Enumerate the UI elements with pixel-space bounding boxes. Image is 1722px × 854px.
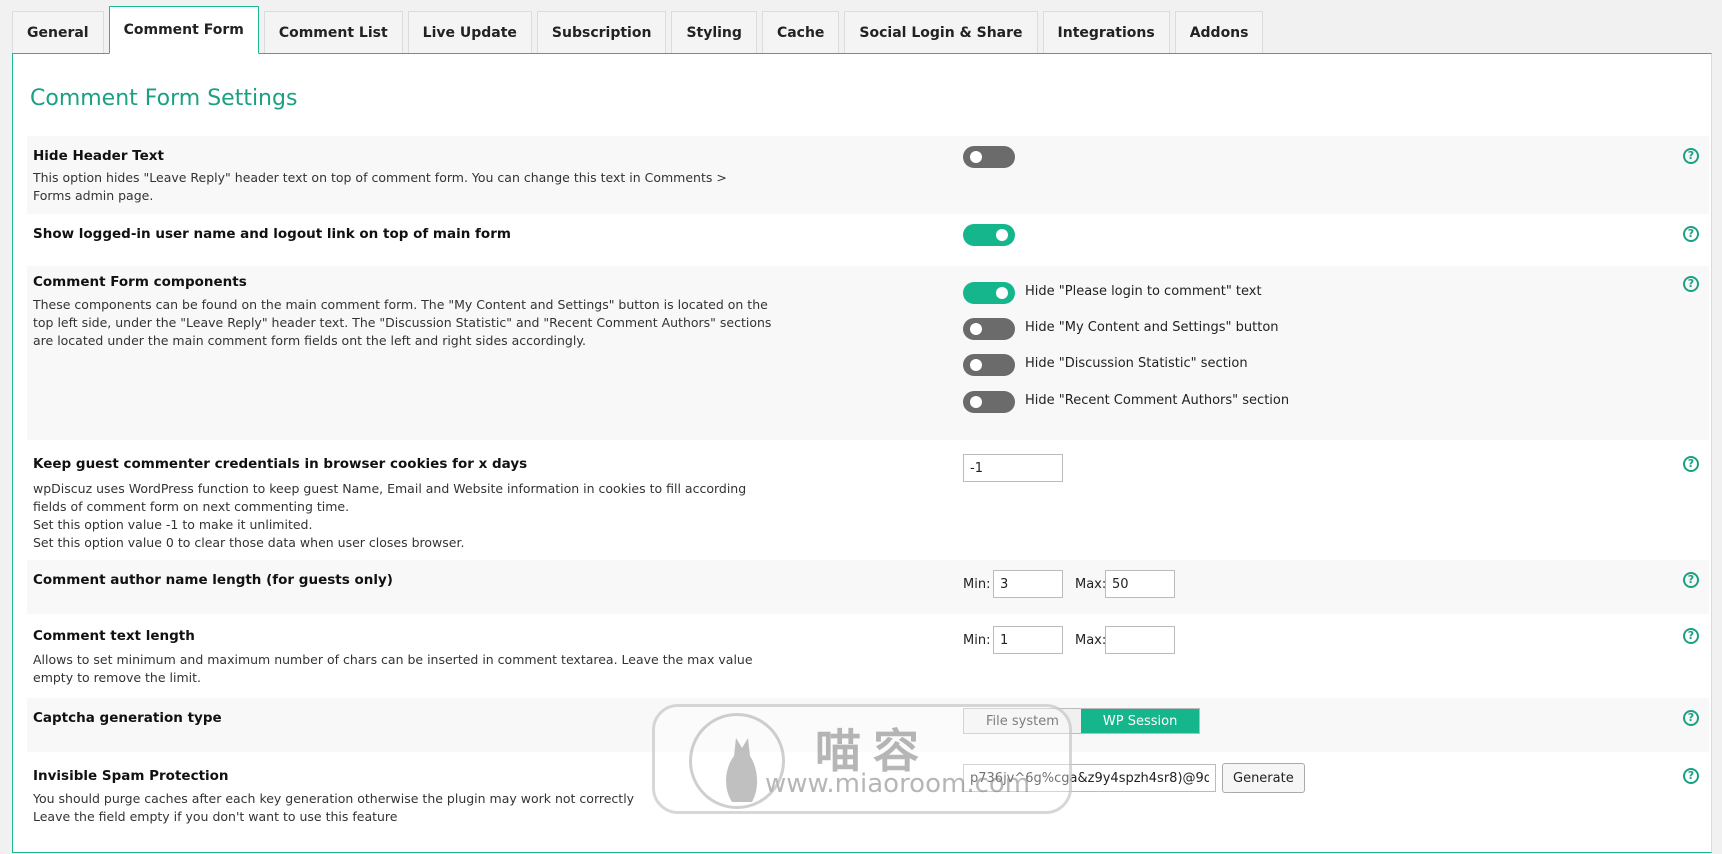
help-icon[interactable]: ? <box>1683 226 1699 242</box>
watermark-url: www.miaoroom.com <box>765 769 1031 799</box>
setting-description: Allows to set minimum and maximum number… <box>33 652 753 685</box>
setting-title: Keep guest commenter credentials in brow… <box>33 456 528 472</box>
captcha-wp-session-option[interactable]: WP Session <box>1080 709 1200 733</box>
setting-description: This option hides "Leave Reply" header t… <box>33 170 727 203</box>
min-label: Min: <box>963 577 991 592</box>
help-icon[interactable]: ? <box>1683 148 1699 164</box>
help-icon[interactable]: ? <box>1683 572 1699 588</box>
author-name-max-input[interactable] <box>1105 570 1175 598</box>
tab-comment-form[interactable]: Comment Form <box>108 6 259 54</box>
tab-integrations[interactable]: Integrations <box>1042 11 1170 54</box>
help-icon[interactable]: ? <box>1683 710 1699 726</box>
show-logged-in-toggle[interactable] <box>963 224 1015 246</box>
setting-title: Comment text length <box>33 628 195 644</box>
setting-title: Show logged-in user name and logout link… <box>33 226 511 242</box>
setting-row-guest-cookies: Keep guest commenter credentials in brow… <box>27 442 1709 558</box>
settings-tabs: General Comment Form Comment List Live U… <box>12 6 1264 54</box>
page-title: Comment Form Settings <box>30 86 298 111</box>
max-label: Max: <box>1075 633 1107 648</box>
toggle-label: Hide "My Content and Settings" button <box>1025 320 1279 335</box>
toggle-label: Hide "Recent Comment Authors" section <box>1025 393 1290 408</box>
generate-button[interactable]: Generate <box>1222 763 1305 793</box>
setting-row-show-logged-in: Show logged-in user name and logout link… <box>27 218 1709 264</box>
setting-title: Comment author name length (for guests o… <box>33 572 393 588</box>
toggle-label: Hide "Please login to comment" text <box>1025 284 1262 299</box>
toggle-label: Hide "Discussion Statistic" section <box>1025 356 1248 371</box>
setting-title: Invisible Spam Protection <box>33 768 229 784</box>
help-icon[interactable]: ? <box>1683 276 1699 292</box>
tab-cache[interactable]: Cache <box>761 11 840 54</box>
hide-recent-authors-toggle[interactable] <box>963 391 1015 413</box>
setting-row-components: Comment Form components These components… <box>27 266 1709 440</box>
guest-cookie-days-input[interactable] <box>963 454 1063 482</box>
tab-styling[interactable]: Styling <box>671 11 757 54</box>
text-min-input[interactable] <box>993 626 1063 654</box>
tab-general[interactable]: General <box>12 11 104 54</box>
setting-description: wpDiscuz uses WordPress function to keep… <box>33 481 747 550</box>
setting-description: These components can be found on the mai… <box>33 297 772 348</box>
setting-row-hide-header: Hide Header Text This option hides "Leav… <box>27 136 1709 214</box>
help-icon[interactable]: ? <box>1683 768 1699 784</box>
tab-comment-list[interactable]: Comment List <box>263 11 403 54</box>
setting-title: Captcha generation type <box>33 710 222 726</box>
setting-title: Comment Form components <box>33 274 247 290</box>
setting-row-text-length: Comment text length Allows to set minimu… <box>27 616 1709 696</box>
text-max-input[interactable] <box>1105 626 1175 654</box>
watermark: 喵容 www.miaoroom.com <box>652 704 1072 814</box>
tab-live-update[interactable]: Live Update <box>407 11 532 54</box>
help-icon[interactable]: ? <box>1683 456 1699 472</box>
hide-discussion-stat-toggle[interactable] <box>963 354 1015 376</box>
hide-header-toggle[interactable] <box>963 146 1015 168</box>
hide-login-text-toggle[interactable] <box>963 282 1015 304</box>
author-name-min-input[interactable] <box>993 570 1063 598</box>
hide-my-content-toggle[interactable] <box>963 318 1015 340</box>
help-icon[interactable]: ? <box>1683 628 1699 644</box>
setting-row-author-name-length: Comment author name length (for guests o… <box>27 560 1709 614</box>
tab-subscription[interactable]: Subscription <box>536 11 667 54</box>
min-label: Min: <box>963 633 991 648</box>
setting-title: Hide Header Text <box>33 148 164 164</box>
tab-addons[interactable]: Addons <box>1174 11 1264 54</box>
max-label: Max: <box>1075 577 1107 592</box>
tab-social-login-share[interactable]: Social Login & Share <box>844 11 1038 54</box>
